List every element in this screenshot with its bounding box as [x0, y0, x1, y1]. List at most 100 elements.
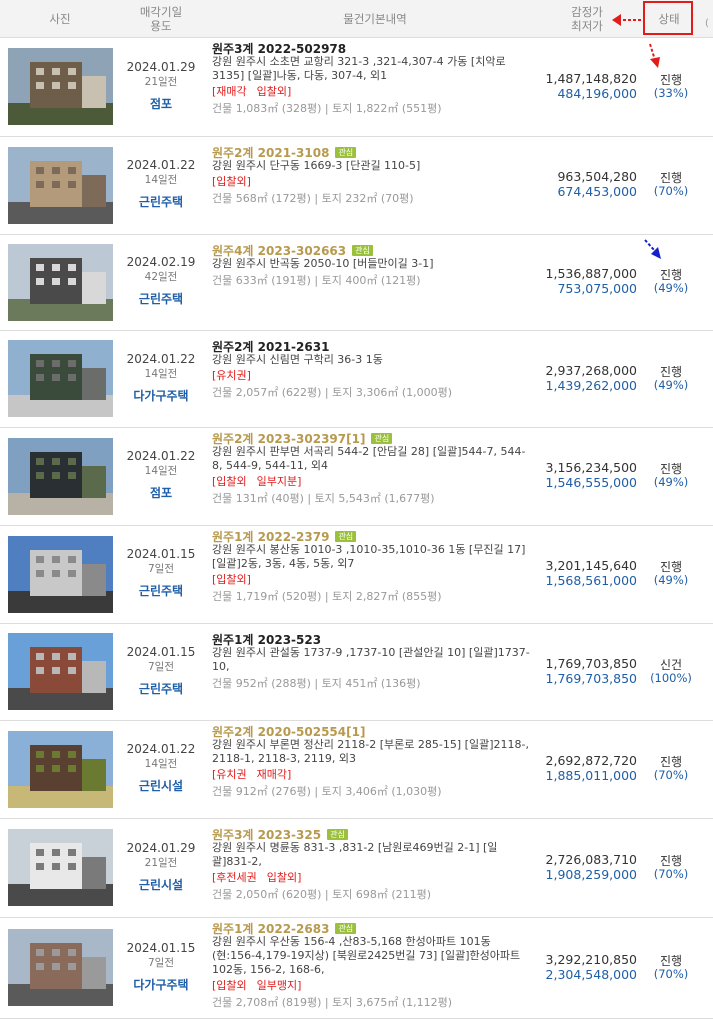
appraisal-price: 1,536,887,000: [545, 266, 637, 281]
condition-tag: [유치권]: [212, 369, 251, 382]
property-address: 강원 원주시 판부면 서곡리 544-2 [안담길 28] [일괄]544-7,…: [212, 445, 526, 472]
building-land-size: 건물 2,057㎡ (622평) | 토지 3,306㎡ (1,000평): [212, 386, 453, 399]
days-remaining: 7일전: [147, 956, 174, 969]
usage-link[interactable]: 근린주택: [120, 290, 202, 307]
property-photo[interactable]: [8, 437, 113, 515]
minimum-percent: (49%): [653, 573, 689, 587]
days-remaining: 14일전: [144, 465, 178, 477]
interest-badge: 관심: [371, 433, 393, 444]
case-number-text: 원주1계 2022-2683: [212, 922, 330, 936]
appraisal-price: 2,726,083,710: [545, 851, 637, 867]
building-land-size: 건물 1,719㎡ (520평) | 토지 2,827㎡ (855평): [212, 590, 442, 603]
minimum-price: 1,769,703,850: [545, 670, 637, 686]
table-row[interactable]: 2024.02.19 42일전 근린주택 원주4계 2023-302663 관심 강원 원…: [0, 234, 713, 331]
minimum-percent: (49%): [653, 281, 689, 295]
header-extra: (: [705, 18, 709, 29]
table-row[interactable]: 2024.01.22 14일전 근린시설 원주2계 2020-502554[1] 강원 …: [0, 720, 713, 819]
table-row[interactable]: 2024.01.29 21일전 근린시설 원주3계 2023-325 관심 강원 원주시 …: [0, 818, 713, 918]
special-conditions: [유치권 재매각]: [212, 766, 301, 782]
condition-tag: [입찰외]: [212, 573, 251, 586]
usage-link[interactable]: 근린시설: [120, 876, 202, 893]
header-appraisal-label: 감정가: [571, 4, 603, 19]
days-remaining: 14일전: [144, 174, 178, 186]
minimum-percent: (70%): [653, 184, 689, 198]
minimum-price: 1,546,555,000: [545, 475, 637, 490]
minimum-price: 484,196,000: [557, 85, 637, 101]
usage-link[interactable]: 근린주택: [120, 680, 202, 697]
property-photo[interactable]: [8, 633, 113, 710]
property-photo[interactable]: [8, 929, 113, 1006]
minimum-price: 1,885,011,000: [545, 768, 637, 783]
usage-link[interactable]: 다가구주택: [120, 976, 202, 993]
special-conditions: [후전세권 입찰외]: [212, 869, 311, 885]
special-conditions: [유치권]: [212, 367, 261, 383]
days-remaining: 14일전: [144, 367, 178, 380]
building-land-size: 건물 2,708㎡ (819평) | 토지 3,675㎡ (1,112평): [212, 996, 453, 1009]
days-remaining: 21일전: [144, 856, 178, 869]
minimum-percent: (70%): [653, 966, 689, 981]
table-row[interactable]: 2024.01.15 7일전 근린주택 원주1계 2022-2379 관심 강원 원주시 …: [0, 525, 713, 624]
case-number-text: 원주2계 2020-502554[1]: [212, 725, 366, 739]
building-land-size: 건물 2,050㎡ (620평) | 토지 698㎡ (211평): [212, 888, 432, 901]
auction-date: 2024.01.22: [126, 158, 196, 172]
minimum-price: 1,908,259,000: [545, 866, 637, 882]
minimum-percent: (49%): [653, 377, 689, 392]
auction-date: 2024.02.19: [126, 255, 196, 269]
auction-date: 2024.01.29: [126, 59, 196, 74]
property-photo[interactable]: [8, 535, 113, 613]
minimum-price: 1,568,561,000: [545, 573, 637, 588]
property-address: 강원 원주시 관설동 1737-9 ,1737-10 [관설안길 10] [일괄…: [212, 646, 530, 673]
table-row[interactable]: 2024.01.29 21일전 점포 원주3계 2022-502978 강원 원주시 소…: [0, 37, 713, 137]
property-photo[interactable]: [8, 243, 113, 321]
interest-badge: 관심: [327, 829, 348, 840]
property-photo[interactable]: [8, 340, 113, 417]
appraisal-price: 3,292,210,850: [545, 951, 637, 967]
header-minimum-label: 최저가: [571, 18, 603, 33]
special-conditions: [입찰외 일부지분]: [212, 473, 311, 489]
left-arrow-icon: [612, 14, 641, 26]
minimum-price: 2,304,548,000: [545, 966, 637, 982]
usage-link[interactable]: 근린주택: [120, 582, 202, 599]
usage-link[interactable]: 근린시설: [120, 777, 202, 794]
auction-date: 2024.01.22: [126, 742, 196, 756]
property-photo[interactable]: [8, 730, 113, 808]
case-number-text: 원주1계 2023-523: [212, 633, 322, 647]
condition-tag: [입찰외: [212, 979, 247, 992]
case-number-text: 원주2계 2021-3108: [212, 146, 330, 160]
table-row[interactable]: 2024.01.15 7일전 다가구주택 원주1계 2022-2683 관심 강원 원주시…: [0, 917, 713, 1019]
table-row[interactable]: 2024.01.15 7일전 근린주택 원주1계 2023-523 강원 원주시 관설동…: [0, 623, 713, 721]
minimum-percent: (49%): [653, 475, 689, 489]
building-land-size: 건물 568㎡ (172평) | 토지 232㎡ (70평): [212, 192, 414, 205]
minimum-percent: (70%): [653, 768, 689, 782]
property-address: 강원 원주시 반곡동 2050-10 [버들만이길 3-1]: [212, 257, 434, 270]
property-address: 강원 원주시 단구동 1669-3 [단관길 110-5]: [212, 159, 421, 172]
case-number-text: 원주2계 2023-302397[1]: [212, 432, 366, 446]
condition-tag: 입찰외]: [266, 871, 302, 884]
days-remaining: 7일전: [147, 660, 174, 673]
property-photo[interactable]: [8, 829, 113, 906]
condition-tag: 재매각]: [256, 768, 292, 781]
header-date-label: 매각기일: [139, 4, 183, 19]
table-header: 사진 매각기일 용도 물건기본내역 감정가 최저가 상태 (: [0, 0, 713, 38]
header-date-usage[interactable]: 매각기일 용도: [120, 0, 202, 37]
usage-link[interactable]: 점포: [120, 484, 202, 501]
header-info: 물건기본내역: [343, 11, 407, 26]
building-land-size: 건물 131㎡ (40평) | 토지 5,543㎡ (1,677평): [212, 492, 435, 505]
table-row[interactable]: 2024.01.22 14일전 근린주택 원주2계 2021-3108 관심 강원 원주시…: [0, 136, 713, 235]
special-conditions: [입찰외]: [212, 571, 261, 587]
table-row[interactable]: 2024.01.22 14일전 점포 원주2계 2023-302397[1] 관심 강원 …: [0, 427, 713, 526]
minimum-price: 1,439,262,000: [545, 377, 637, 393]
property-photo[interactable]: [8, 146, 113, 224]
appraisal-price: 1,769,703,850: [545, 655, 637, 671]
property-address: 강원 원주시 명륜동 831-3 ,831-2 [남원로469번길 2-1] […: [212, 841, 498, 868]
table-row[interactable]: 2024.01.22 14일전 다가구주택 원주2계 2021-2631 강원 원주시 …: [0, 330, 713, 428]
usage-link[interactable]: 점포: [120, 95, 202, 112]
condition-tag: 일부맹지]: [256, 979, 302, 992]
usage-link[interactable]: 근린주택: [120, 193, 202, 210]
case-number-text: 원주1계 2022-2379: [212, 530, 330, 544]
condition-tag: [입찰외]: [212, 175, 251, 188]
property-address: 강원 원주시 신림면 구학리 36-3 1동: [212, 353, 383, 366]
property-photo[interactable]: [8, 48, 113, 125]
usage-link[interactable]: 다가구주택: [120, 387, 202, 404]
condition-tag: [입찰외: [212, 475, 247, 488]
